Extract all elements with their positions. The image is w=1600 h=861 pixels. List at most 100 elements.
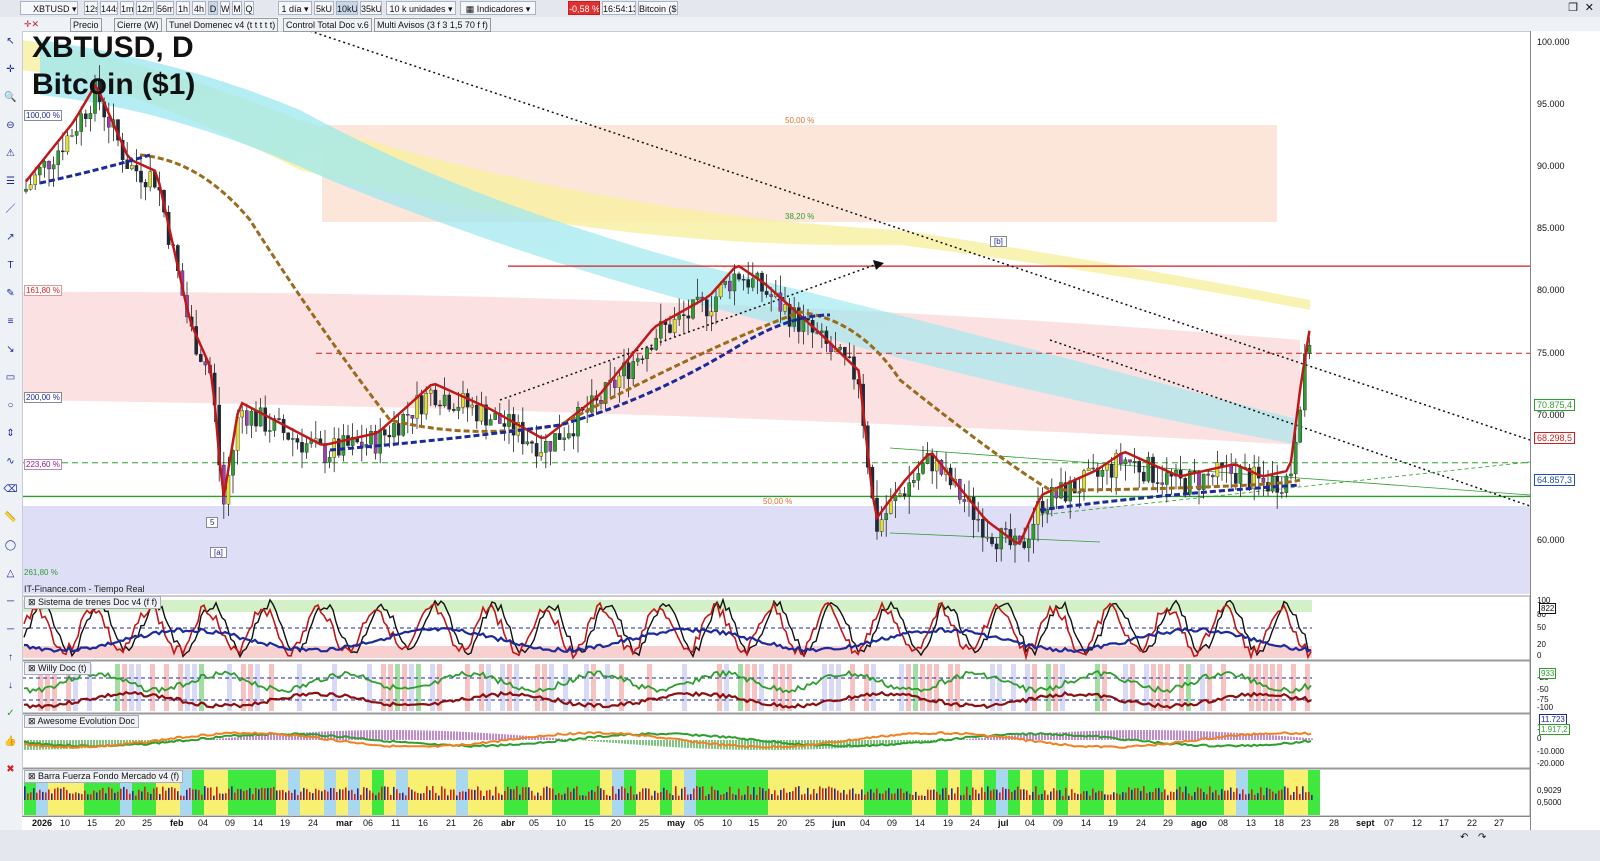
panel-title[interactable]: ⊠ Willy Doc (t): [24, 662, 91, 675]
wave-label[interactable]: 5: [206, 517, 219, 528]
candle: [447, 394, 452, 410]
interval-Q[interactable]: Q: [244, 1, 254, 15]
interval-1m[interactable]: 1m: [120, 1, 134, 15]
thumb-icon[interactable]: 👍: [3, 735, 18, 748]
force-bar: [936, 791, 938, 800]
range-select[interactable]: 1 día ▾: [278, 1, 312, 15]
interval-1h[interactable]: 1h: [176, 1, 190, 15]
force-bar: [708, 794, 710, 800]
force-bar: [741, 795, 743, 800]
wave-label[interactable]: [a]: [210, 547, 227, 558]
time-axis[interactable]: 2026 10 15 20 25 feb 04 09 14 19 24 mar 06 11 16 21 26 ab…: [22, 816, 1530, 831]
awesome-bar: [405, 730, 407, 740]
awesome-bar: [381, 730, 383, 740]
line-icon[interactable]: ／: [3, 203, 18, 216]
candle: [847, 356, 852, 358]
force-bar: [135, 795, 137, 800]
window-close-icon[interactable]: ✕: [1585, 1, 1594, 14]
rect-icon[interactable]: ▭: [3, 371, 18, 384]
interval-144s[interactable]: 144s: [100, 1, 118, 15]
awesome-bar: [1104, 730, 1106, 740]
units-10k[interactable]: 10kU: [336, 1, 358, 15]
indicator-multi-avisos[interactable]: Multi Avisos (3 f 3 1,5 70 f f): [374, 18, 491, 32]
force-bar: [624, 788, 626, 800]
force-bar: [417, 792, 419, 800]
time-tick: 29: [1163, 818, 1174, 828]
indicator-tunel[interactable]: Tunel Domenec v4 (t t t t t): [166, 18, 279, 32]
alert-icon[interactable]: ⚠: [3, 147, 18, 160]
arrow-icon[interactable]: ↘: [3, 343, 18, 356]
green-line-icon[interactable]: ─: [3, 595, 18, 608]
crosshair-icon[interactable]: ✛: [3, 63, 18, 76]
wave-icon[interactable]: ∿: [3, 455, 18, 468]
erase-icon[interactable]: ⌫: [3, 483, 18, 496]
indicator-close[interactable]: Cierre (W): [114, 18, 162, 32]
circle-icon[interactable]: ○: [3, 399, 18, 412]
symbol-select[interactable]: XBTUSD ▾: [20, 1, 78, 15]
change-badge: -0,58 %: [568, 1, 600, 15]
wave-label[interactable]: [b]: [990, 236, 1007, 247]
interval-56m[interactable]: 56m: [156, 1, 174, 15]
awesome-bar: [969, 738, 971, 740]
scroll-left-icon[interactable]: ↶: [1460, 832, 1468, 843]
force-bar: [312, 793, 314, 800]
interval-12m[interactable]: 12m: [136, 1, 154, 15]
force-bar: [381, 786, 383, 800]
awesome-bar: [621, 740, 623, 744]
candle: [962, 499, 967, 502]
force-bar: [1260, 787, 1262, 800]
indicators-button[interactable]: ▦ Indicadores ▾: [460, 1, 536, 15]
cursor-icon[interactable]: ↖: [3, 35, 18, 48]
force-bar: [516, 786, 518, 800]
interval-D[interactable]: D: [208, 1, 218, 15]
interval-M[interactable]: M: [232, 1, 242, 15]
interval-12s[interactable]: 12s: [84, 1, 98, 15]
channel-icon[interactable]: ≡: [3, 315, 18, 328]
time-tick: 10: [556, 818, 567, 828]
indicator-price[interactable]: Precio: [70, 18, 102, 32]
pen-icon[interactable]: ✎: [3, 287, 18, 300]
ellipse-icon[interactable]: ◯: [3, 539, 18, 552]
force-bar: [1035, 786, 1037, 800]
units-35k[interactable]: 35kU: [360, 1, 382, 15]
force-bar: [1101, 791, 1103, 800]
panel-title[interactable]: ⊠ Sistema de trenes Doc v4 (f f): [24, 596, 162, 609]
scroll-right-icon[interactable]: ↷: [1478, 832, 1486, 843]
add-indicator-icon[interactable]: ✛✕: [24, 18, 39, 30]
force-bar: [978, 793, 980, 800]
force-bar: [1176, 789, 1178, 800]
zoom-icon[interactable]: 🔍: [3, 91, 18, 104]
willy-bar: [500, 664, 505, 711]
force-bar: [1089, 795, 1091, 800]
check-icon[interactable]: ✓: [3, 707, 18, 720]
panel-title[interactable]: ⊠ Awesome Evolution Doc: [24, 715, 139, 728]
measure-icon[interactable]: ⇕: [3, 427, 18, 440]
force-bar: [591, 789, 593, 800]
price-axis[interactable]: 100.000 95.000 90.000 85.000 80.000 75.000 70.…: [1530, 31, 1600, 841]
interval-W[interactable]: W: [220, 1, 230, 15]
text-icon[interactable]: T: [3, 259, 18, 272]
zoom-out-icon[interactable]: ⊖: [3, 119, 18, 132]
red-line-icon[interactable]: ─: [3, 623, 18, 636]
panel-title[interactable]: ⊠ Barra Fuerza Fondo Mercado v4 (f): [24, 770, 184, 783]
ray-icon[interactable]: ↗: [3, 231, 18, 244]
force-bar: [63, 787, 65, 800]
fib-icon[interactable]: ☰: [3, 175, 18, 188]
tri-icon[interactable]: △: [3, 567, 18, 580]
indicator-control[interactable]: Control Total Doc v.6: [283, 18, 372, 32]
units-5k[interactable]: 5kU: [314, 1, 334, 15]
force-bar: [324, 789, 326, 800]
ruler-icon[interactable]: 📏: [3, 511, 18, 524]
delete-icon[interactable]: ✖: [3, 763, 18, 776]
window-restore-icon[interactable]: ❐: [1568, 1, 1578, 14]
force-bar: [369, 790, 371, 800]
willy-bar: [115, 664, 120, 711]
arrow-up-icon[interactable]: ↑: [3, 651, 18, 664]
willy-bar: [836, 664, 841, 711]
force-bar: [315, 788, 317, 800]
arrow-down-icon[interactable]: ↓: [3, 679, 18, 692]
units-select[interactable]: 10 k unidades ▾: [386, 1, 456, 15]
force-bar: [336, 792, 338, 800]
interval-4h[interactable]: 4h: [192, 1, 206, 15]
force-bar: [852, 788, 854, 800]
